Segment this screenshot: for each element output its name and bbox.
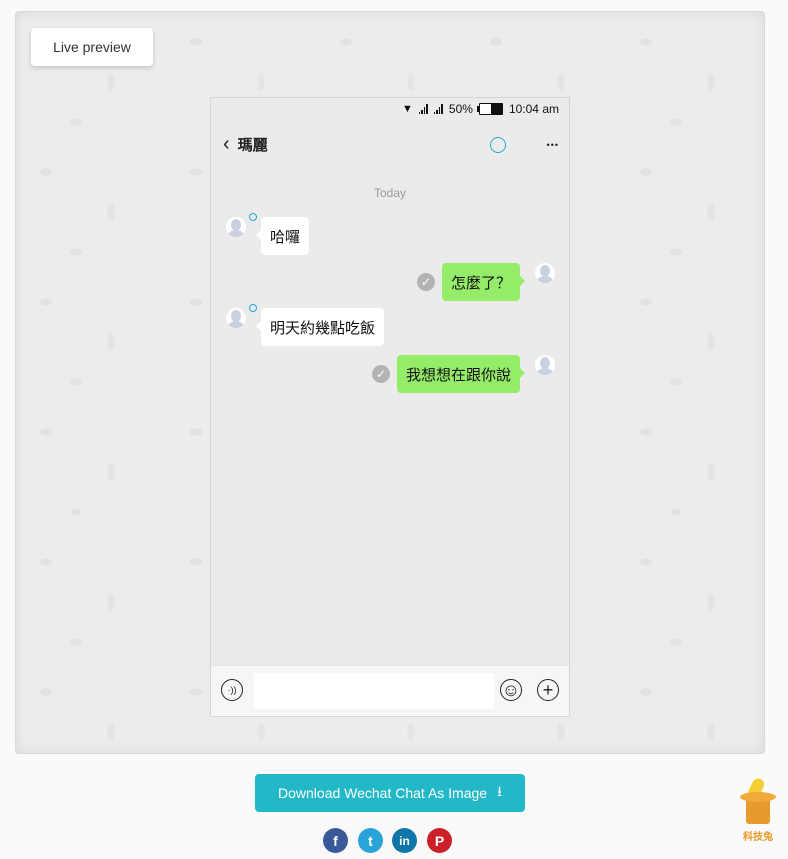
download-button-label: Download Wechat Chat As Image <box>278 785 488 801</box>
linkedin-share-icon[interactable]: in <box>392 828 417 853</box>
more-options-icon[interactable]: ••• <box>547 140 559 150</box>
avatar <box>535 355 555 375</box>
plus-icon[interactable]: + <box>537 679 559 701</box>
loading-spinner-icon <box>490 137 506 153</box>
voice-icon[interactable]: ·)) <box>221 679 243 701</box>
brand-logo[interactable]: 科技兔 <box>738 776 778 846</box>
status-ring-icon <box>249 213 257 221</box>
phone-mockup: ▼ 50% 10:04 am ‹ 瑪麗 ••• Today 哈囉 ✓ 怎麼了？ … <box>210 97 570 717</box>
signal-icon <box>418 104 428 114</box>
message-outgoing: ✓ 怎麼了？ <box>416 263 555 301</box>
read-check-icon: ✓ <box>371 365 390 383</box>
battery-icon <box>476 103 503 115</box>
status-ring-icon <box>249 304 257 312</box>
message-bubble: 我想想在跟你說 <box>396 355 526 393</box>
pinterest-share-icon[interactable]: P <box>427 828 452 853</box>
message-bubble: 明天約幾點吃飯 <box>255 308 385 346</box>
chat-header: ‹ 瑪麗 ••• <box>211 120 569 168</box>
download-image-button[interactable]: Download Wechat Chat As Image ⭳ <box>255 774 525 812</box>
contact-name: 瑪麗 <box>237 136 268 154</box>
avatar <box>535 263 555 283</box>
twitter-share-icon[interactable]: t <box>358 828 383 853</box>
avatar <box>226 217 246 237</box>
status-bar: ▼ 50% 10:04 am <box>211 98 569 120</box>
magic-hat-icon <box>740 792 776 824</box>
date-divider: Today <box>373 186 407 200</box>
message-bubble: 哈囉 <box>255 217 310 255</box>
emoji-icon[interactable]: ☺ <box>500 679 522 701</box>
wifi-icon: ▼ <box>402 103 413 115</box>
message-incoming: 哈囉 <box>226 213 310 255</box>
facebook-share-icon[interactable]: f <box>323 828 348 853</box>
brand-name: 科技兔 <box>743 832 773 843</box>
message-outgoing: ✓ 我想想在跟你說 <box>371 355 555 393</box>
signal-icon <box>433 104 443 114</box>
message-bubble: 怎麼了？ <box>441 263 526 301</box>
read-check-icon: ✓ <box>416 273 435 291</box>
live-preview-label: Live preview <box>31 28 153 66</box>
avatar <box>226 308 246 328</box>
input-bar: ·)) ☺ + <box>211 665 569 716</box>
message-incoming: 明天約幾點吃飯 <box>226 304 385 346</box>
download-icon: ⭳ <box>497 783 502 799</box>
battery-percent: 50% <box>448 102 473 116</box>
status-time: 10:04 am <box>508 102 559 116</box>
message-input[interactable] <box>254 673 494 709</box>
back-chevron-icon[interactable]: ‹ <box>223 134 230 154</box>
